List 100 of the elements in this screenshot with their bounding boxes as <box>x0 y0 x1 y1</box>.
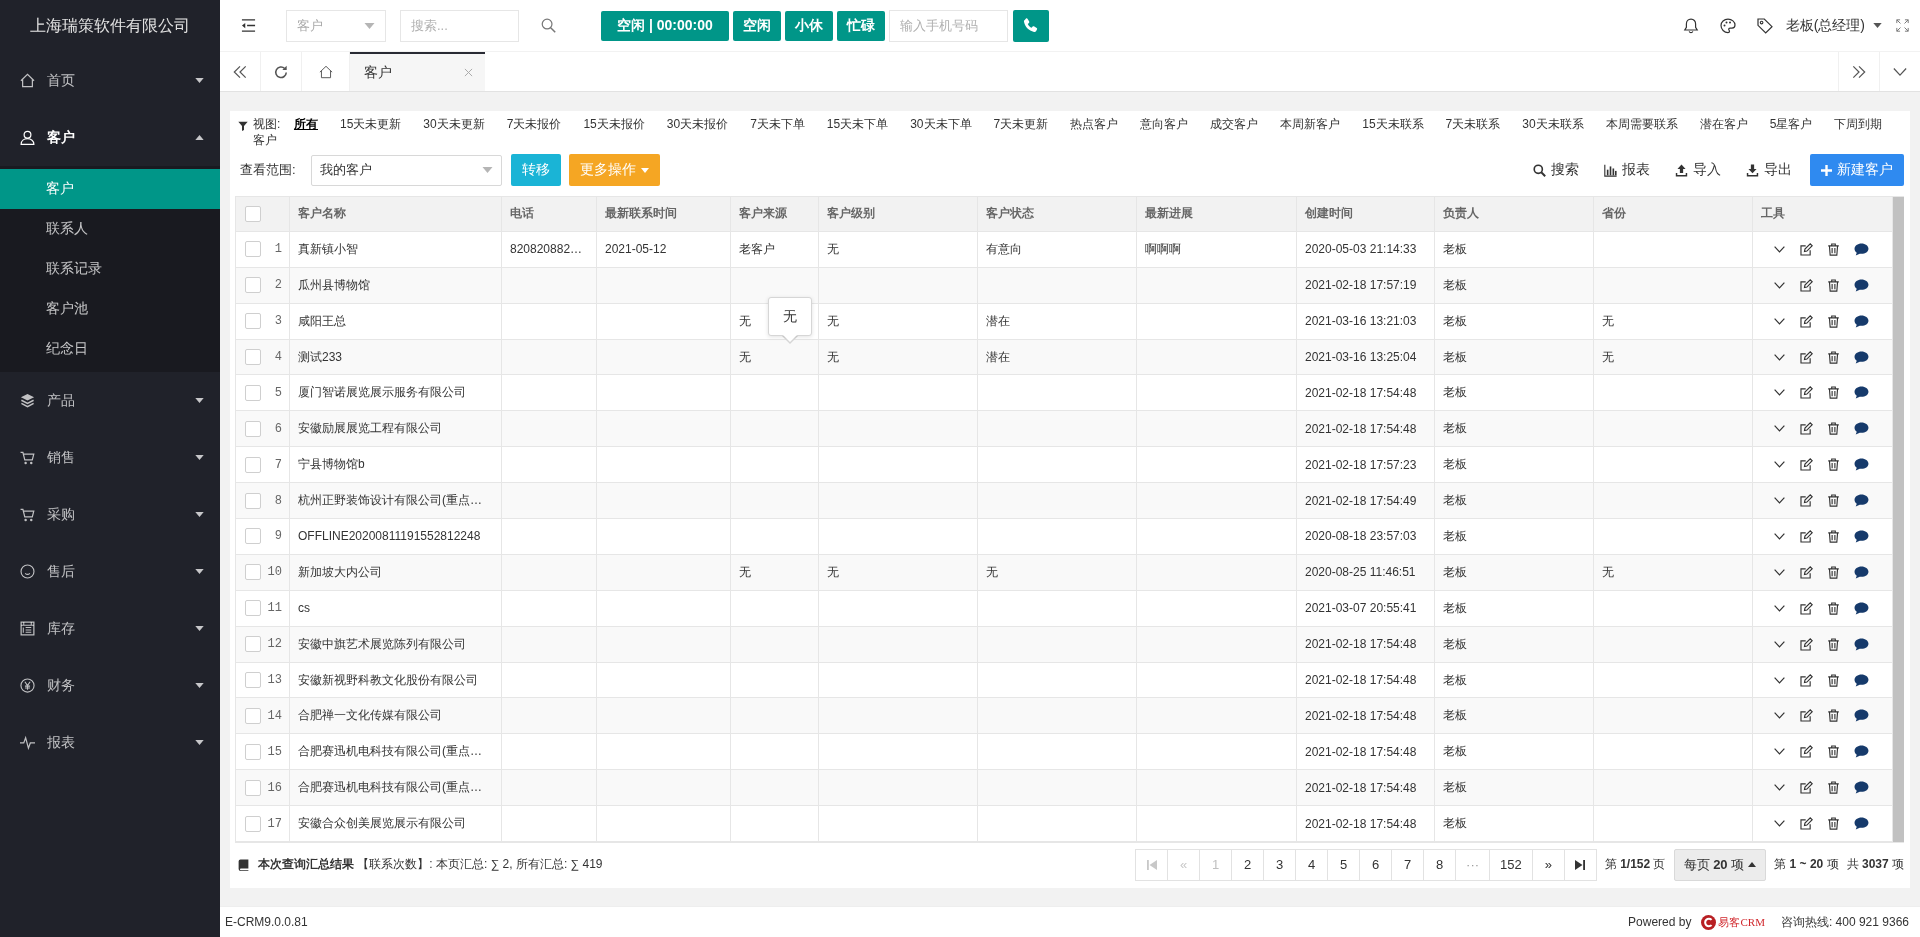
sidebar-item[interactable]: 售后 <box>0 543 220 600</box>
view-filter-link[interactable]: 30天未报价 <box>666 116 729 132</box>
view-filter-link[interactable]: 7天未更新 <box>993 116 1049 132</box>
trash-icon[interactable] <box>1827 314 1840 328</box>
row-checkbox[interactable] <box>245 779 261 796</box>
column-header[interactable]: 客户状态 <box>978 197 1137 231</box>
page-button[interactable]: 152 <box>1489 848 1533 881</box>
row-checkbox[interactable] <box>245 420 261 437</box>
comment-icon[interactable] <box>1854 278 1869 292</box>
edit-icon[interactable] <box>1800 422 1813 436</box>
trash-icon[interactable] <box>1827 386 1840 400</box>
sidebar-item[interactable]: 库存 <box>0 600 220 657</box>
toolbar-link[interactable]: 导出 <box>1746 161 1792 179</box>
column-header[interactable]: 最新联系时间 <box>597 197 731 231</box>
submenu-item[interactable]: 联系人 <box>0 209 220 249</box>
edit-icon[interactable] <box>1800 278 1813 292</box>
row-checkbox[interactable] <box>245 384 261 401</box>
toolbar-link[interactable]: 导入 <box>1675 161 1721 179</box>
select-all-checkbox[interactable] <box>245 205 261 222</box>
view-filter-link[interactable]: 本周需要联系 <box>1605 116 1678 132</box>
edit-icon[interactable] <box>1800 494 1813 508</box>
sidebar-item[interactable]: 采购 <box>0 486 220 543</box>
edit-icon[interactable] <box>1800 314 1813 328</box>
row-checkbox[interactable] <box>245 815 261 832</box>
comment-icon[interactable] <box>1854 314 1869 328</box>
trash-icon[interactable] <box>1827 565 1840 579</box>
page-button[interactable]: 7 <box>1391 848 1425 881</box>
column-header[interactable]: 电话 <box>502 197 597 231</box>
edit-icon[interactable] <box>1800 817 1813 831</box>
bell-icon[interactable] <box>1682 17 1699 34</box>
trash-icon[interactable] <box>1827 278 1840 292</box>
edit-icon[interactable] <box>1800 709 1813 723</box>
trash-icon[interactable] <box>1827 494 1840 508</box>
view-filter-link[interactable]: 30天未联系 <box>1522 116 1584 132</box>
row-checkbox[interactable] <box>245 636 261 653</box>
edit-icon[interactable] <box>1800 637 1813 651</box>
row-checkbox[interactable] <box>245 600 261 617</box>
search-field[interactable]: 搜索... <box>400 9 519 42</box>
row-checkbox[interactable] <box>245 492 261 509</box>
trash-icon[interactable] <box>1827 601 1840 615</box>
view-filter-link[interactable]: 下周到期 <box>1834 116 1883 132</box>
sidebar-item[interactable]: 客户 <box>0 109 220 166</box>
row-checkbox[interactable] <box>245 456 261 473</box>
trash-icon[interactable] <box>1827 781 1840 795</box>
search-icon[interactable] <box>541 18 556 33</box>
sidebar-item[interactable]: 销售 <box>0 429 220 486</box>
sidebar-item[interactable]: 首页 <box>0 52 220 109</box>
row-checkbox[interactable] <box>245 743 261 760</box>
palette-icon[interactable] <box>1719 17 1736 34</box>
page-button[interactable]: 4 <box>1295 848 1329 881</box>
phone-field[interactable]: 输入手机号码 <box>888 9 1008 42</box>
column-header[interactable]: 客户名称 <box>290 197 502 231</box>
view-filter-link[interactable]: 7天未下单 <box>750 116 805 132</box>
submenu-item[interactable]: 联系记录 <box>0 249 220 289</box>
view-filter-link[interactable]: 7天未联系 <box>1445 116 1501 132</box>
submenu-item[interactable]: 客户 <box>0 169 220 209</box>
comment-icon[interactable] <box>1854 494 1869 508</box>
edit-icon[interactable] <box>1800 673 1813 687</box>
view-filter-link[interactable]: 所有 <box>294 116 318 132</box>
trash-icon[interactable] <box>1827 673 1840 687</box>
trash-icon[interactable] <box>1827 709 1840 723</box>
last-page-button[interactable] <box>1563 848 1597 881</box>
row-checkbox[interactable] <box>245 672 261 688</box>
comment-icon[interactable] <box>1854 350 1869 364</box>
sidebar-item[interactable]: 产品 <box>0 372 220 429</box>
edit-icon[interactable] <box>1800 781 1813 795</box>
status-button[interactable]: 忙碌 <box>836 10 885 41</box>
comment-icon[interactable] <box>1854 637 1869 651</box>
comment-icon[interactable] <box>1854 458 1869 472</box>
view-filter-link[interactable]: 潜在客户 <box>1699 116 1748 132</box>
page-button[interactable]: 5 <box>1327 848 1361 881</box>
status-button[interactable]: 空闲 | 00:00:00 <box>601 10 729 41</box>
scrollbar[interactable] <box>1893 197 1904 842</box>
scope-select[interactable]: 我的客户 <box>310 154 502 186</box>
tab[interactable]: 客户 <box>350 52 485 91</box>
user-menu[interactable]: 老板(总经理) <box>1785 16 1882 35</box>
view-filter-link[interactable]: 意向客户 <box>1140 116 1189 132</box>
column-header[interactable]: 创建时间 <box>1297 197 1435 231</box>
row-checkbox[interactable] <box>245 349 261 365</box>
edit-icon[interactable] <box>1800 529 1813 543</box>
view-filter-link[interactable]: 15天未更新 <box>340 116 402 132</box>
edit-icon[interactable] <box>1800 350 1813 364</box>
view-filter-link[interactable]: 成交客户 <box>1210 116 1259 132</box>
status-button[interactable]: 小休 <box>784 10 833 41</box>
comment-icon[interactable] <box>1854 529 1869 543</box>
trash-icon[interactable] <box>1827 817 1840 831</box>
comment-icon[interactable] <box>1854 386 1869 400</box>
column-header[interactable]: 客户来源 <box>731 197 819 231</box>
column-header[interactable]: 客户级别 <box>819 197 978 231</box>
trash-icon[interactable] <box>1827 458 1840 472</box>
row-checkbox[interactable] <box>245 564 261 581</box>
edit-icon[interactable] <box>1800 745 1813 759</box>
submenu-item[interactable]: 纪念日 <box>0 329 220 369</box>
row-checkbox[interactable] <box>245 313 261 330</box>
trash-icon[interactable] <box>1827 422 1840 436</box>
comment-icon[interactable] <box>1854 709 1869 723</box>
view-filter-link[interactable]: 7天未报价 <box>506 116 562 132</box>
view-filter-link[interactable]: 本周新客户 <box>1280 116 1341 132</box>
view-filter-link[interactable]: 5星客户 <box>1769 116 1813 132</box>
row-checkbox[interactable] <box>245 241 261 258</box>
